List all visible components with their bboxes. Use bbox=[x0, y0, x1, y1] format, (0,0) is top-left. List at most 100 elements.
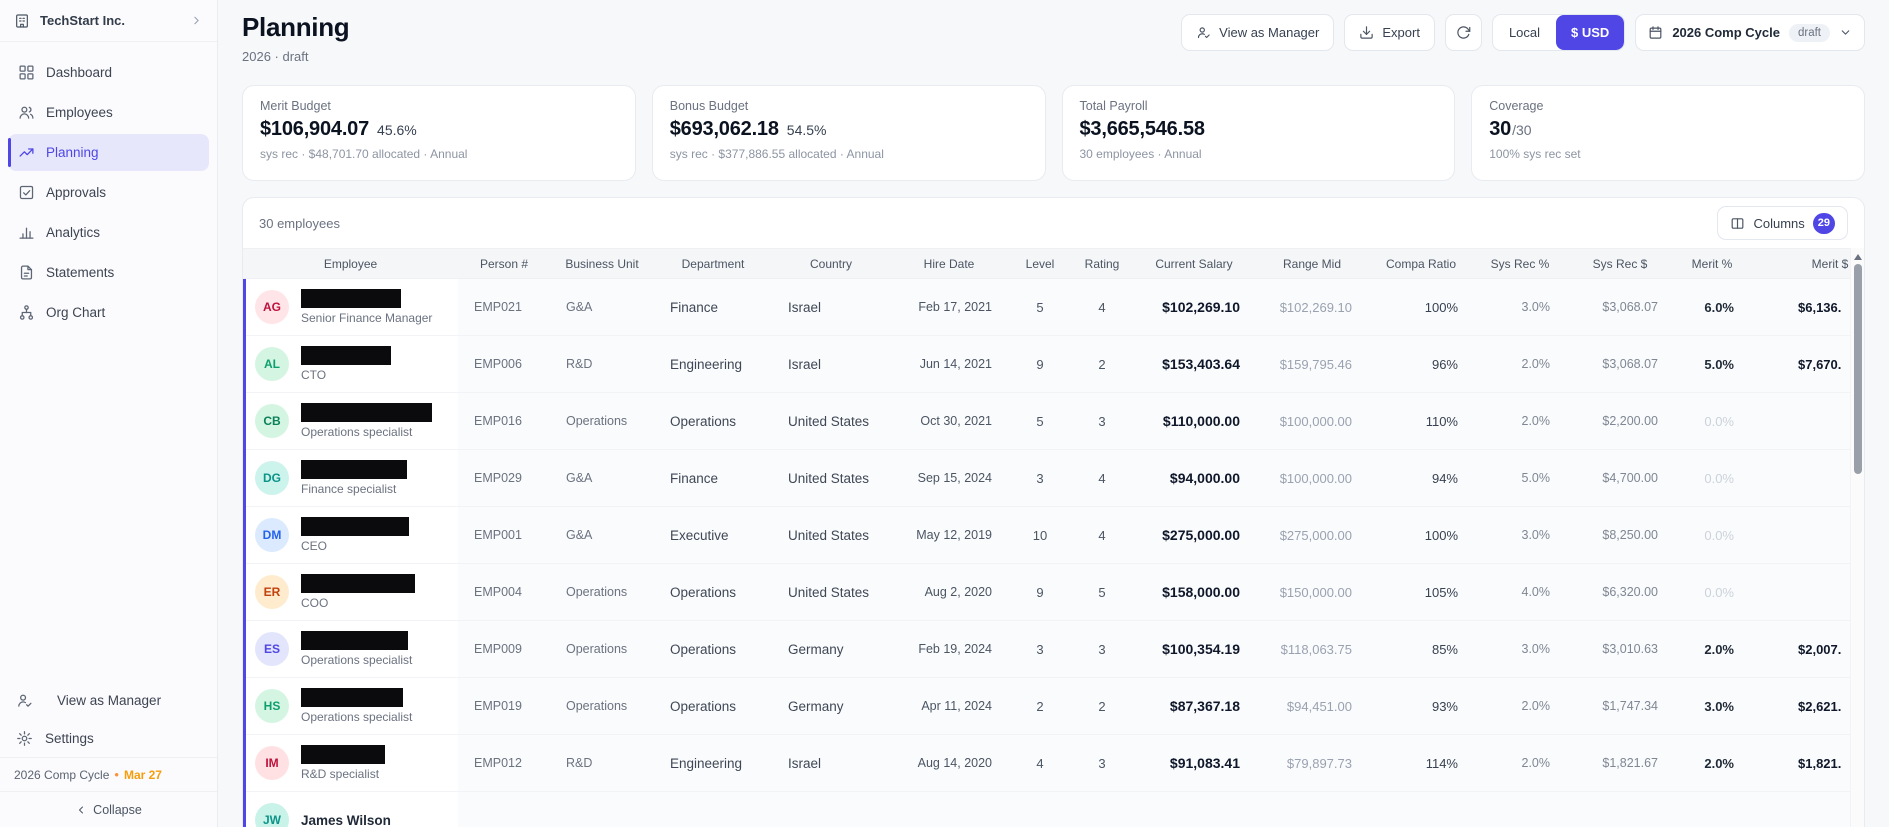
scrollbar-up-arrow-icon[interactable] bbox=[1853, 254, 1862, 260]
employee-title: Operations specialist bbox=[301, 653, 413, 667]
card-percent: 45.6% bbox=[377, 122, 417, 138]
current-salary-cell: $91,083.41 bbox=[1169, 755, 1240, 771]
column-header[interactable]: Sys Rec $ bbox=[1566, 249, 1674, 278]
employee-cell: DM CEO bbox=[243, 507, 458, 563]
hire-date-cell: Aug 2, 2020 bbox=[924, 585, 992, 599]
columns-label: Columns bbox=[1753, 215, 1805, 231]
employee-info: Operations specialist bbox=[301, 631, 412, 667]
rating-cell: 2 bbox=[1098, 356, 1106, 372]
table-row[interactable]: JW James Wilson bbox=[243, 792, 1864, 827]
column-header[interactable]: Employee bbox=[243, 249, 458, 278]
column-header[interactable]: Range Mid bbox=[1256, 249, 1368, 278]
merit-pct-cell[interactable]: 0.0% bbox=[1674, 507, 1750, 563]
level-cell: 4 bbox=[1036, 755, 1044, 771]
column-header[interactable]: Country bbox=[772, 249, 890, 278]
column-header[interactable]: Business Unit bbox=[550, 249, 654, 278]
export-button[interactable]: Export bbox=[1344, 14, 1435, 51]
column-header[interactable]: Rating bbox=[1072, 249, 1132, 278]
table-scrollbar[interactable] bbox=[1850, 248, 1864, 827]
columns-button[interactable]: Columns 29 bbox=[1717, 206, 1848, 240]
merit-pct-cell[interactable]: 0.0% bbox=[1674, 564, 1750, 620]
cycle-selector[interactable]: 2026 Comp Cycle draft bbox=[1635, 14, 1865, 51]
merit-pct-cell[interactable]: 3.0% bbox=[1674, 678, 1750, 734]
column-header[interactable]: Merit $ bbox=[1750, 249, 1864, 278]
current-salary-cell bbox=[1132, 792, 1256, 827]
sidebar-item-employees[interactable]: Employees bbox=[8, 94, 209, 131]
column-header[interactable]: Current Salary bbox=[1132, 249, 1256, 278]
merit-pct-cell[interactable]: 5.0% bbox=[1674, 336, 1750, 392]
table-row[interactable]: ER COO EMP004 Operations Operations Unit… bbox=[243, 564, 1864, 621]
merit-usd-cell bbox=[1750, 393, 1864, 449]
sidebar-collapse-button[interactable]: Collapse bbox=[0, 791, 217, 827]
file-text-icon bbox=[18, 264, 35, 281]
table-row[interactable]: CB Operations specialist EMP016 Operatio… bbox=[243, 393, 1864, 450]
avatar: CB bbox=[255, 404, 289, 438]
sidebar-settings-label: Settings bbox=[45, 730, 94, 746]
level-cell: 9 bbox=[1036, 584, 1044, 600]
merit-pct-cell[interactable] bbox=[1674, 792, 1750, 827]
currency-local-button[interactable]: Local bbox=[1493, 15, 1556, 50]
card-merit-budget: Merit Budget $106,904.07 45.6% sys rec ·… bbox=[242, 85, 636, 181]
person-check-icon bbox=[1196, 25, 1211, 40]
table-row[interactable]: DM CEO EMP001 G&A Executive United State… bbox=[243, 507, 1864, 564]
merit-pct-cell[interactable]: 2.0% bbox=[1674, 621, 1750, 677]
employee-cell: HS Operations specialist bbox=[243, 678, 458, 734]
table-row[interactable]: HS Operations specialist EMP019 Operatio… bbox=[243, 678, 1864, 735]
org-chart-icon bbox=[18, 304, 35, 321]
sys-rec-pct-cell bbox=[1474, 792, 1566, 827]
person-number-cell: EMP001 bbox=[474, 528, 522, 542]
sidebar-item-dashboard[interactable]: Dashboard bbox=[8, 54, 209, 91]
current-salary-cell: $153,403.64 bbox=[1162, 356, 1240, 372]
column-header[interactable]: Person # bbox=[458, 249, 550, 278]
table-row[interactable]: DG Finance specialist EMP029 G&A Finance… bbox=[243, 450, 1864, 507]
compa-ratio-cell: 96% bbox=[1431, 356, 1458, 372]
sidebar-settings[interactable]: Settings bbox=[0, 719, 217, 757]
chevron-right-icon[interactable] bbox=[190, 14, 203, 27]
employee-name: James Wilson bbox=[301, 812, 391, 827]
workspace-switcher[interactable]: TechStart Inc. bbox=[0, 0, 217, 42]
employee-title: Finance specialist bbox=[301, 482, 397, 496]
sidebar-nav: Dashboard Employees Planning Approvals A… bbox=[0, 42, 217, 343]
merit-pct-cell[interactable]: 0.0% bbox=[1674, 393, 1750, 449]
sidebar-item-analytics[interactable]: Analytics bbox=[8, 214, 209, 251]
redacted-name bbox=[301, 460, 407, 479]
cycle-date: Mar 27 bbox=[123, 767, 162, 782]
sidebar-view-as-manager[interactable]: View as Manager bbox=[0, 681, 217, 719]
sys-rec-pct-cell: 4.0% bbox=[1521, 585, 1551, 599]
country-cell: Germany bbox=[788, 698, 844, 714]
table-row[interactable]: AG Senior Finance Manager EMP021 G&A Fin… bbox=[243, 279, 1864, 336]
sidebar-item-org-chart[interactable]: Org Chart bbox=[8, 294, 209, 331]
collapse-label: Collapse bbox=[93, 802, 142, 817]
redacted-name bbox=[301, 574, 415, 593]
trending-up-icon bbox=[18, 144, 35, 161]
cycle-name: 2026 Comp Cycle bbox=[14, 767, 110, 782]
column-header[interactable]: Merit % bbox=[1674, 249, 1750, 278]
column-header[interactable]: Compa Ratio bbox=[1368, 249, 1474, 278]
column-header[interactable]: Sys Rec % bbox=[1474, 249, 1566, 278]
current-salary-cell: $110,000.00 bbox=[1162, 413, 1240, 429]
currency-usd-button[interactable]: $ USD bbox=[1556, 15, 1625, 50]
table-row[interactable]: AL CTO EMP006 R&D Engineering Israel Jun… bbox=[243, 336, 1864, 393]
column-header[interactable]: Department bbox=[654, 249, 772, 278]
merit-pct-cell[interactable]: 6.0% bbox=[1674, 279, 1750, 335]
table-row[interactable]: IM R&D specialist EMP012 R&D Engineering… bbox=[243, 735, 1864, 792]
sidebar-item-approvals[interactable]: Approvals bbox=[8, 174, 209, 211]
column-header[interactable]: Hire Date bbox=[890, 249, 1008, 278]
avatar: IM bbox=[255, 746, 289, 780]
chevron-down-icon bbox=[1839, 26, 1852, 39]
person-number-cell: EMP006 bbox=[474, 357, 522, 371]
redacted-name bbox=[301, 289, 401, 308]
table-row[interactable]: ES Operations specialist EMP009 Operatio… bbox=[243, 621, 1864, 678]
scrollbar-thumb[interactable] bbox=[1853, 264, 1862, 474]
refresh-button[interactable] bbox=[1444, 14, 1482, 51]
merit-pct-cell[interactable]: 0.0% bbox=[1674, 450, 1750, 506]
column-header[interactable]: Level bbox=[1008, 249, 1072, 278]
employee-title: Operations specialist bbox=[301, 710, 413, 724]
sidebar-item-planning[interactable]: Planning bbox=[8, 134, 209, 171]
range-mid-cell: $102,269.10 bbox=[1279, 299, 1352, 315]
view-as-manager-button[interactable]: View as Manager bbox=[1181, 14, 1335, 51]
current-salary-cell: $100,354.19 bbox=[1162, 641, 1240, 657]
sidebar-item-statements[interactable]: Statements bbox=[8, 254, 209, 291]
hire-date-cell: Jun 14, 2021 bbox=[919, 357, 992, 371]
merit-pct-cell[interactable]: 2.0% bbox=[1674, 735, 1750, 791]
